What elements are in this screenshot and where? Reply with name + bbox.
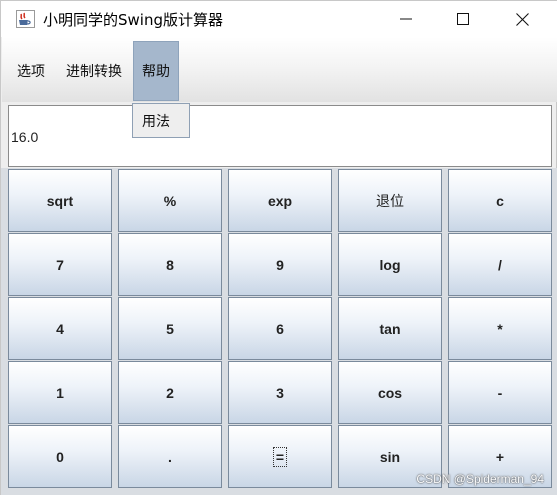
key-9[interactable]: 9 [228, 233, 332, 296]
maximize-button[interactable] [435, 1, 491, 37]
window-title: 小明同学的Swing版计算器 [43, 11, 223, 29]
key-backspace[interactable]: 退位 [338, 169, 442, 232]
key-percent[interactable]: % [118, 169, 222, 232]
close-icon [515, 12, 529, 26]
key-equals-label: = [272, 446, 288, 467]
key-tan[interactable]: tan [338, 297, 442, 360]
menu-options[interactable]: 选项 [7, 41, 55, 101]
keypad: sqrt % exp 退位 c 7 8 9 log / 4 5 6 tan * … [1, 168, 557, 495]
watermark: CSDN @Spiderman_94 [416, 472, 544, 486]
menu-item-usage[interactable]: 用法 [133, 111, 170, 131]
key-1[interactable]: 1 [8, 361, 112, 424]
java-coffee-cup-icon [16, 10, 35, 28]
key-equals[interactable]: = [228, 425, 332, 488]
menu-base-conversion[interactable]: 进制转换 [58, 41, 130, 101]
result-display[interactable]: 16.0 [8, 105, 552, 167]
maximize-icon [457, 13, 469, 25]
minimize-button[interactable] [378, 1, 434, 37]
display-value: 16.0 [11, 129, 39, 145]
key-3[interactable]: 3 [228, 361, 332, 424]
title-bar[interactable]: 小明同学的Swing版计算器 [1, 1, 557, 37]
key-clear[interactable]: c [448, 169, 552, 232]
key-decimal[interactable]: . [118, 425, 222, 488]
key-log[interactable]: log [338, 233, 442, 296]
key-0[interactable]: 0 [8, 425, 112, 488]
close-button[interactable] [494, 1, 550, 37]
key-multiply[interactable]: * [448, 297, 552, 360]
key-6[interactable]: 6 [228, 297, 332, 360]
key-2[interactable]: 2 [118, 361, 222, 424]
calculator-window: 小明同学的Swing版计算器 选项 进制转换 帮助 16.0 用法 sqrt %… [0, 0, 557, 495]
help-dropdown: 用法 [132, 103, 190, 138]
key-4[interactable]: 4 [8, 297, 112, 360]
key-sqrt[interactable]: sqrt [8, 169, 112, 232]
key-backspace-label: 退位 [376, 193, 404, 210]
key-divide[interactable]: / [448, 233, 552, 296]
key-5[interactable]: 5 [118, 297, 222, 360]
key-subtract[interactable]: - [448, 361, 552, 424]
key-cos[interactable]: cos [338, 361, 442, 424]
menu-bar: 选项 进制转换 帮助 [2, 37, 557, 102]
key-7[interactable]: 7 [8, 233, 112, 296]
minimize-icon [400, 18, 412, 20]
key-exp[interactable]: exp [228, 169, 332, 232]
key-8[interactable]: 8 [118, 233, 222, 296]
menu-help[interactable]: 帮助 [133, 41, 179, 101]
